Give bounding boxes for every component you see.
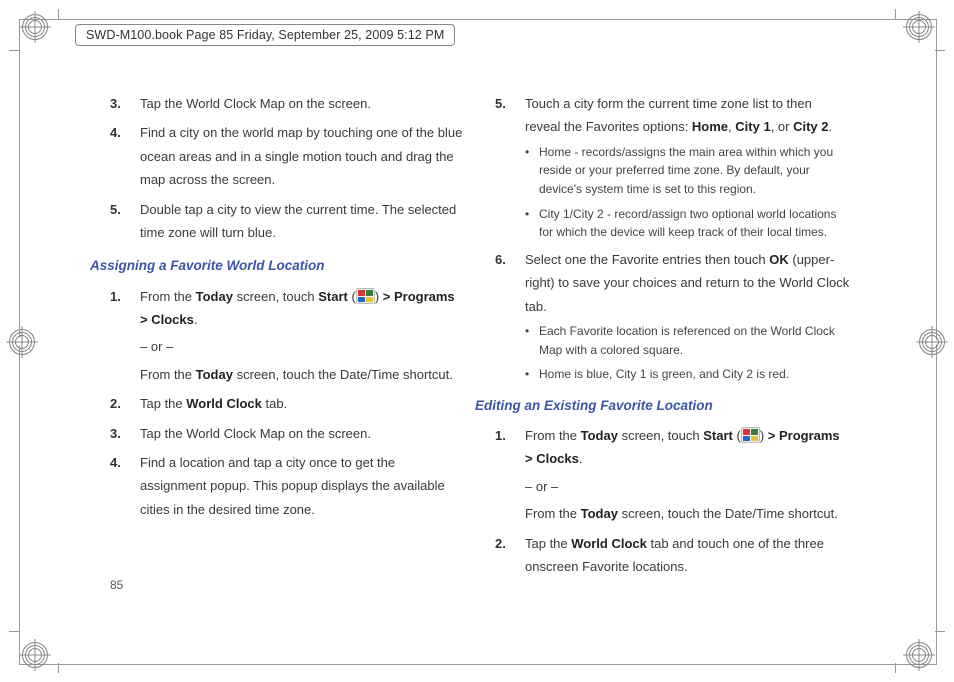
column-left: Tap the World Clock Map on the screen. F…	[110, 92, 465, 584]
sub-item: Each Favorite location is referenced on …	[525, 322, 850, 359]
t: From the	[525, 428, 581, 443]
t: Each Favorite location is referenced on …	[539, 324, 835, 357]
document-slug: SWD-M100.book Page 85 Friday, September …	[75, 24, 455, 46]
t: )	[375, 289, 383, 304]
crop-mark-icon	[9, 631, 19, 632]
step: Select one the Favorite entries then tou…	[495, 248, 850, 384]
t: From the	[525, 506, 581, 521]
t: City 1	[735, 119, 770, 134]
t: Start	[703, 428, 733, 443]
t: Home	[692, 119, 728, 134]
t: Tap the	[525, 536, 571, 551]
t: .	[579, 451, 583, 466]
steps-editing: From the Today screen, touch Start () > …	[495, 424, 850, 578]
crop-mark-icon	[895, 663, 896, 673]
sublist: Home - records/assigns the main area wit…	[525, 143, 850, 242]
registration-mark-icon	[22, 14, 48, 40]
registration-mark-icon	[906, 642, 932, 668]
crop-mark-icon	[935, 631, 945, 632]
column-right: Touch a city form the current time zone …	[495, 92, 850, 584]
t: , or	[771, 119, 793, 134]
crop-mark-icon	[58, 9, 59, 19]
registration-mark-icon	[906, 14, 932, 40]
t: Today	[196, 367, 233, 382]
t: Home is blue, City 1 is green, and City …	[539, 367, 789, 381]
section-heading: Assigning a Favorite World Location	[90, 254, 465, 278]
crop-mark-icon	[9, 50, 19, 51]
page-number: 85	[110, 578, 123, 592]
step: Touch a city form the current time zone …	[495, 92, 850, 242]
or-divider: – or –	[525, 475, 850, 498]
step: From the Today screen, touch Start () > …	[495, 424, 850, 526]
sub-item: City 1/City 2 - record/assign two option…	[525, 205, 850, 242]
sub-item: Home - records/assigns the main area wit…	[525, 143, 850, 199]
t: City 1/City 2 - record/assign two option…	[539, 207, 836, 240]
step-text: Double tap a city to view the current ti…	[140, 202, 456, 240]
registration-mark-icon	[919, 329, 945, 355]
steps-assigning-cont: Touch a city form the current time zone …	[495, 92, 850, 384]
t: (	[348, 289, 356, 304]
t: Select one the Favorite entries then tou…	[525, 252, 769, 267]
step-alt: From the Today screen, touch the Date/Ti…	[140, 363, 465, 386]
t: Tap the World Clock Map on the screen.	[140, 426, 371, 441]
t: screen, touch	[233, 289, 318, 304]
steps-assigning: From the Today screen, touch Start () > …	[110, 285, 465, 522]
step-alt: From the Today screen, touch the Date/Ti…	[525, 502, 850, 525]
step: Tap the World Clock Map on the screen.	[110, 92, 465, 115]
step: From the Today screen, touch Start () > …	[110, 285, 465, 387]
t: Find a location and tap a city once to g…	[140, 455, 445, 517]
t: screen, touch	[618, 428, 703, 443]
t: World Clock	[571, 536, 647, 551]
start-flag-icon	[356, 288, 375, 304]
t: )	[760, 428, 768, 443]
t: (	[733, 428, 741, 443]
t: Today	[581, 506, 618, 521]
registration-mark-icon	[9, 329, 35, 355]
step: Find a city on the world map by touching…	[110, 121, 465, 191]
step: Tap the World Clock Map on the screen.	[110, 422, 465, 445]
t: .	[829, 119, 833, 134]
steps-continued: Tap the World Clock Map on the screen. F…	[110, 92, 465, 244]
t: City 2	[793, 119, 828, 134]
step: Find a location and tap a city once to g…	[110, 451, 465, 521]
crop-mark-icon	[935, 50, 945, 51]
step: Tap the World Clock tab.	[110, 392, 465, 415]
t: Today	[196, 289, 233, 304]
t: OK	[769, 252, 789, 267]
step-text: Find a city on the world map by touching…	[140, 125, 462, 187]
t: From the	[140, 367, 196, 382]
registration-mark-icon	[22, 642, 48, 668]
t: World Clock	[186, 396, 262, 411]
step: Tap the World Clock tab and touch one of…	[495, 532, 850, 579]
t: Home - records/assigns the main area wit…	[539, 145, 833, 196]
t: Tap the	[140, 396, 186, 411]
t: tab.	[262, 396, 287, 411]
start-flag-icon	[741, 427, 760, 443]
t: screen, touch the Date/Time shortcut.	[618, 506, 838, 521]
t: Today	[581, 428, 618, 443]
sublist: Each Favorite location is referenced on …	[525, 322, 850, 384]
step: Double tap a city to view the current ti…	[110, 198, 465, 245]
t: From the	[140, 289, 196, 304]
t: .	[194, 312, 198, 327]
crop-mark-icon	[58, 663, 59, 673]
step-text: Tap the World Clock Map on the screen.	[140, 96, 371, 111]
section-heading: Editing an Existing Favorite Location	[475, 394, 850, 418]
crop-mark-icon	[895, 9, 896, 19]
page-content: Tap the World Clock Map on the screen. F…	[110, 92, 850, 584]
t: screen, touch the Date/Time shortcut.	[233, 367, 453, 382]
or-divider: – or –	[140, 335, 465, 358]
sub-item: Home is blue, City 1 is green, and City …	[525, 365, 850, 384]
t: Start	[318, 289, 348, 304]
